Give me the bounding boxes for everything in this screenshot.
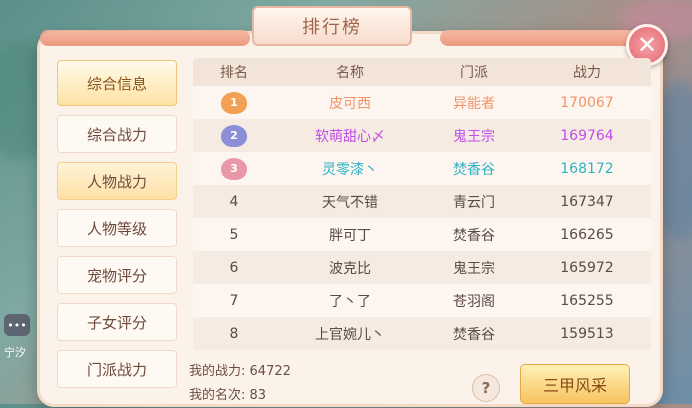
rank-cell: 5 xyxy=(229,226,239,243)
power-cell: 170067 xyxy=(560,94,614,111)
header-rank: 排名 xyxy=(220,65,248,81)
left-ribbon-decoration xyxy=(40,30,250,46)
power-cell: 165255 xyxy=(560,292,614,309)
sidebar-item-total-power[interactable]: 综合战力 xyxy=(57,115,177,153)
table-row[interactable]: 7 了丶了 苍羽阁 165255 xyxy=(193,284,651,317)
table-row[interactable]: 3 灵零漆丶 焚香谷 168172 xyxy=(193,152,651,185)
power-cell: 165972 xyxy=(560,259,614,276)
school-cell: 焚香谷 xyxy=(453,326,495,343)
rank-medal-icon: 2 xyxy=(221,124,247,147)
rank-cell: 7 xyxy=(229,292,239,309)
rank-cell: 6 xyxy=(229,259,239,276)
rank-cell: 1 xyxy=(193,91,275,114)
power-cell: 167347 xyxy=(560,193,614,210)
power-cell: 169764 xyxy=(560,127,614,144)
sidebar-item-school-power[interactable]: 门派战力 xyxy=(57,350,177,388)
school-cell: 鬼王宗 xyxy=(453,260,495,277)
school-cell: 异能者 xyxy=(453,95,495,112)
player-name-cell: 上官婉儿丶 xyxy=(315,326,385,343)
rank-medal-icon: 1 xyxy=(221,91,247,114)
edge-player-name: 宁汐 xyxy=(4,346,26,359)
panel-title: 排行榜 xyxy=(252,6,412,46)
player-name-cell: 软萌甜心〆 xyxy=(315,128,385,145)
player-name-cell: 胖可丁 xyxy=(329,227,371,244)
player-name-cell: 皮可西 xyxy=(329,95,371,112)
sidebar-item-character-power[interactable]: 人物战力 xyxy=(57,162,177,200)
school-cell: 苍羽阁 xyxy=(453,293,495,310)
sidebar-item-child-score[interactable]: 子女评分 xyxy=(57,303,177,341)
table-row[interactable]: 1 皮可西 异能者 170067 xyxy=(193,86,651,119)
rank-cell: 4 xyxy=(229,193,239,210)
school-cell: 青云门 xyxy=(453,194,495,211)
help-button[interactable]: ? xyxy=(472,374,500,402)
power-cell: 168172 xyxy=(560,160,614,177)
table-row[interactable]: 8 上官婉儿丶 焚香谷 159513 xyxy=(193,317,651,350)
header-power: 战力 xyxy=(573,65,601,81)
school-cell: 焚香谷 xyxy=(453,161,495,178)
table-row[interactable]: 6 波克比 鬼王宗 165972 xyxy=(193,251,651,284)
rank-cell: 2 xyxy=(193,124,275,147)
my-power-label: 我的战力: xyxy=(189,364,246,379)
category-sidebar: 综合信息 综合战力 人物战力 人物等级 宠物评分 子女评分 门派战力 xyxy=(57,60,179,397)
school-cell: 焚香谷 xyxy=(453,227,495,244)
rank-cell: 8 xyxy=(229,325,239,342)
table-header: 排名 名称 门派 战力 xyxy=(193,58,651,86)
ranking-table: 排名 名称 门派 战力 1 皮可西 异能者 170067 2 软萌甜心〆 鬼王宗 169764… xyxy=(193,58,651,350)
right-ribbon-decoration xyxy=(440,30,650,46)
header-name: 名称 xyxy=(336,65,364,81)
rank-medal-icon: 3 xyxy=(221,157,247,180)
sidebar-item-overview[interactable]: 综合信息 xyxy=(57,60,177,106)
my-power-value: 64722 xyxy=(249,364,291,379)
sidebar-item-character-level[interactable]: 人物等级 xyxy=(57,209,177,247)
player-name-cell: 天气不错 xyxy=(322,194,378,211)
my-rank-label: 我的名次: xyxy=(189,388,246,403)
school-cell: 鬼王宗 xyxy=(453,128,495,145)
sidebar-item-pet-score[interactable]: 宠物评分 xyxy=(57,256,177,294)
power-cell: 159513 xyxy=(560,325,614,342)
table-row[interactable]: 5 胖可丁 焚香谷 166265 xyxy=(193,218,651,251)
table-row[interactable]: 2 软萌甜心〆 鬼王宗 169764 xyxy=(193,119,651,152)
close-icon: ✕ xyxy=(636,31,658,59)
player-name-cell: 波克比 xyxy=(329,260,371,277)
player-name-cell: 灵零漆丶 xyxy=(322,161,378,178)
my-rank-value: 83 xyxy=(249,388,267,403)
rank-cell: 3 xyxy=(193,157,275,180)
chat-icon[interactable]: ••• xyxy=(4,314,30,336)
power-cell: 166265 xyxy=(560,226,614,243)
my-stats: 我的战力: 64722 我的名次: 83 xyxy=(189,360,291,408)
top-three-showcase-button[interactable]: 三甲风采 xyxy=(520,364,630,404)
question-icon: ? xyxy=(481,379,491,397)
header-school: 门派 xyxy=(460,65,488,81)
table-row[interactable]: 4 天气不错 青云门 167347 xyxy=(193,185,651,218)
player-name-cell: 了丶了 xyxy=(329,293,371,310)
